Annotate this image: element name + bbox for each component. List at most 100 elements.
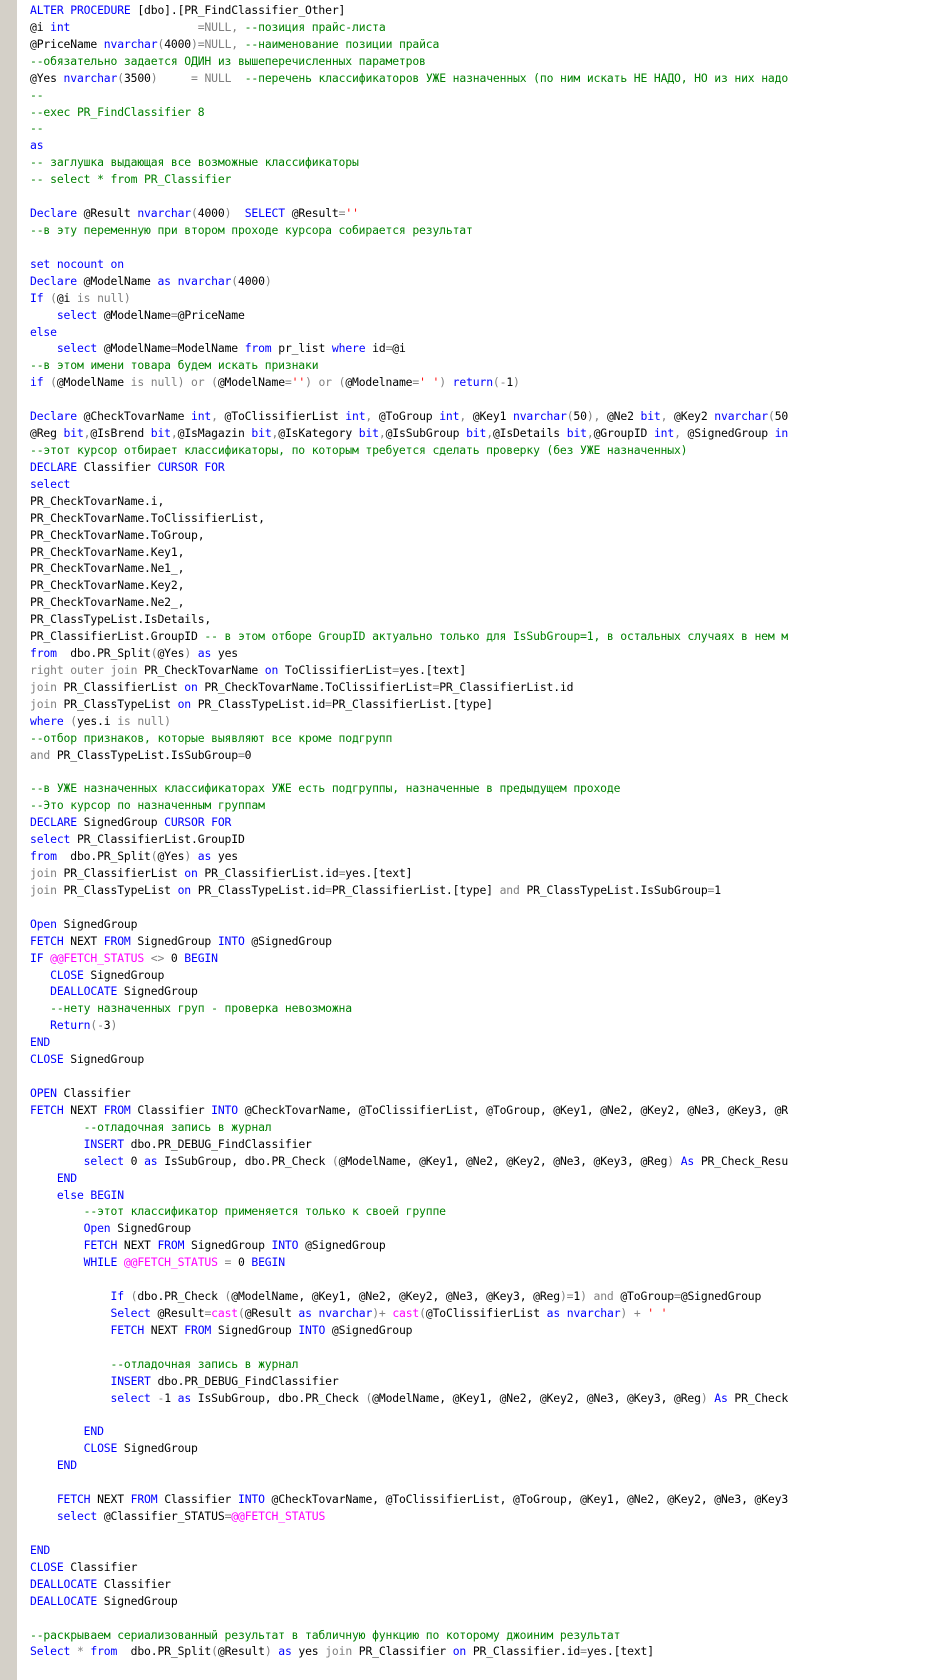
code-line: ALTER PROCEDURE [dbo].[PR_FindClassifier…	[30, 2, 935, 19]
code-token: @Key1	[472, 409, 514, 424]
sql-code-editor[interactable]: ALTER PROCEDURE [dbo].[PR_FindClassifier…	[0, 0, 935, 1680]
code-token: @@FETCH_STATUS	[50, 950, 151, 965]
code-token: @SignedGroup	[331, 1322, 413, 1337]
code-token: =	[237, 747, 245, 762]
code-token: nvarchar	[103, 36, 158, 51]
code-token: ,	[170, 426, 178, 441]
code-token: ModelName	[177, 341, 245, 356]
code-token: Open	[83, 1221, 118, 1236]
code-token: nvarchar	[63, 70, 118, 85]
code-token: @PriceName	[177, 307, 245, 322]
code-token: CURSOR FOR	[157, 459, 225, 474]
code-token: bit	[251, 426, 272, 441]
code-token: return	[452, 375, 493, 390]
code-token: yes.i	[76, 713, 118, 728]
code-token: (	[50, 290, 57, 305]
code-token: select	[83, 1153, 131, 1168]
code-token: ToClissifierList	[284, 662, 393, 677]
code-token: INTO	[237, 1492, 272, 1507]
code-line: If (dbo.PR_Check (@ModelName, @Key1, @Ne…	[30, 1288, 935, 1305]
code-token: PR_ClassTypeList.IsDetails,	[30, 612, 212, 627]
code-token: Open	[30, 916, 64, 931]
code-token: bit	[63, 426, 84, 441]
code-token: --Это курсор по назначенным группам	[30, 798, 265, 813]
code-token: NEXT	[70, 1102, 104, 1117]
code-token: Declare	[30, 409, 84, 424]
code-line: from dbo.PR_Split(@Yes) as yes	[30, 645, 935, 662]
code-token: CURSOR FOR	[164, 815, 232, 830]
code-token: PR_ClassifierList.id	[439, 679, 574, 694]
code-token: ' '	[647, 1305, 668, 1320]
code-line: DEALLOCATE Classifier	[30, 1576, 935, 1593]
code-token: (-	[492, 375, 507, 390]
code-line: WHILE @@FETCH_STATUS = 0 BEGIN	[30, 1254, 935, 1271]
code-token: Classifier	[137, 1102, 212, 1117]
code-token: )	[513, 375, 520, 390]
code-token: 4000	[237, 273, 265, 288]
code-token: SignedGroup	[70, 1052, 145, 1067]
code-token: bit	[640, 409, 661, 424]
code-token: NEXT	[150, 1322, 185, 1337]
code-token: INTO	[217, 933, 252, 948]
code-line: join PR_ClassTypeList on PR_ClassTypeLis…	[30, 696, 935, 713]
code-token: OPEN	[30, 1086, 64, 1100]
code-token: =	[170, 307, 178, 322]
code-token: 1	[714, 882, 721, 897]
code-line: DEALLOCATE SignedGroup	[30, 983, 935, 1000]
code-area[interactable]: ALTER PROCEDURE [dbo].[PR_FindClassifier…	[30, 2, 935, 1660]
code-token: )=	[559, 1289, 574, 1304]
code-token: bit	[466, 426, 487, 441]
code-line: --в эту переменную при втором проходе ку…	[30, 222, 935, 239]
code-token: FROM	[130, 1492, 165, 1507]
code-token: @Yes	[30, 70, 64, 85]
code-token: right outer join	[30, 662, 145, 677]
code-token: SignedGroup	[217, 1322, 299, 1337]
code-token: as	[197, 849, 218, 864]
code-token: DEALLOCATE	[30, 1593, 104, 1608]
code-token: )	[264, 1644, 279, 1659]
code-line: else BEGIN	[30, 1187, 935, 1204]
code-line: join PR_ClassifierList on PR_CheckTovarN…	[30, 679, 935, 696]
code-line: PR_CheckTovarName.ToGroup,	[30, 527, 935, 544]
code-token: END	[30, 1542, 51, 1557]
code-line: PR_CheckTovarName.ToClissifierList,	[30, 510, 935, 527]
code-token: =NULL,	[197, 19, 245, 34]
code-token: (	[191, 206, 198, 221]
code-token: select	[30, 476, 71, 491]
code-token: --отбор признаков, которые выявляют все …	[30, 730, 393, 745]
code-token: 0	[244, 747, 252, 762]
code-token: @CheckTovarName, @ToClissifierList, @ToG…	[271, 1492, 789, 1507]
code-token: PR_ClassTypeList	[63, 696, 178, 711]
code-token: set nocount on	[30, 256, 124, 271]
code-token: PR_CheckTovarName	[144, 662, 265, 677]
code-token: (	[231, 273, 238, 288]
code-line: FETCH NEXT FROM Classifier INTO @CheckTo…	[30, 1491, 935, 1508]
code-token: (	[211, 1644, 218, 1659]
code-line: FETCH NEXT FROM SignedGroup INTO @Signed…	[30, 933, 935, 950]
code-token: <>	[150, 950, 171, 965]
code-line: END	[30, 1457, 935, 1474]
code-token: @ModelName, @Key1, @Ne2, @Key2, @Ne3, @K…	[231, 1289, 560, 1304]
code-token: --позиция прайс-листа	[244, 19, 386, 34]
code-token: where	[30, 713, 71, 728]
code-line: END	[30, 1423, 935, 1440]
code-token: =	[392, 662, 399, 677]
code-token: ,	[586, 426, 594, 441]
code-token: )	[700, 1390, 715, 1405]
code-line: where (yes.i is null)	[30, 713, 935, 730]
code-token: --этот курсор отбирает классификаторы, п…	[30, 442, 688, 457]
code-token: Classifier	[103, 1576, 171, 1591]
code-token: CLOSE	[50, 967, 91, 982]
code-token: bit	[566, 426, 587, 441]
code-token: and	[30, 747, 57, 762]
